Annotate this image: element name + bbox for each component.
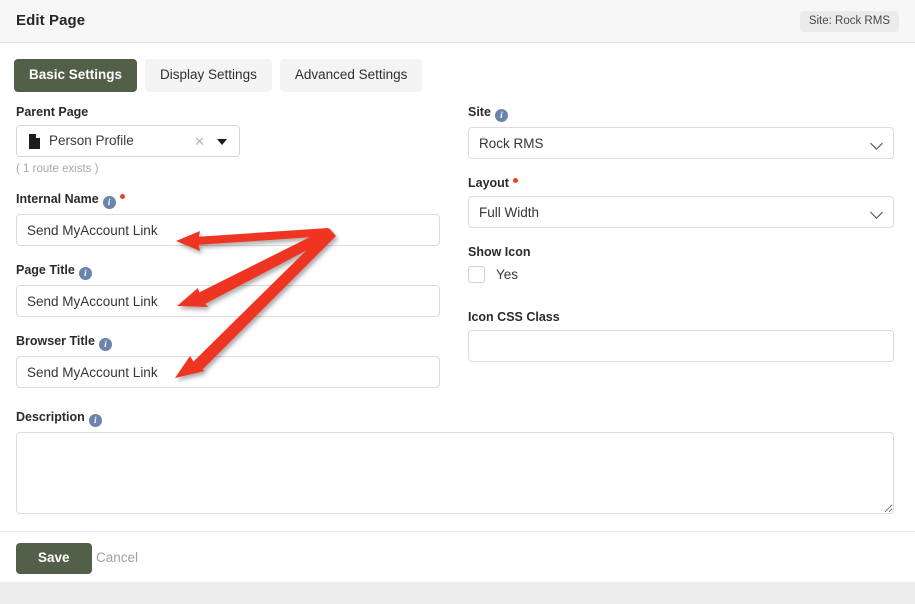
- browser-title-input[interactable]: [16, 356, 440, 389]
- site-select[interactable]: [468, 127, 894, 159]
- settings-tabs: Basic Settings Display Settings Advanced…: [14, 59, 423, 92]
- parent-page-label-text: Parent Page: [16, 105, 89, 119]
- internal-name-label: Internal Name i: [16, 191, 440, 210]
- field-internal-name: Internal Name i: [16, 191, 440, 247]
- page-title-label: Page Title i: [16, 262, 440, 281]
- site-label-text: Site: [468, 105, 491, 119]
- icon-css-class-label: Icon CSS Class: [468, 309, 560, 324]
- tab-basic-settings[interactable]: Basic Settings: [14, 59, 138, 92]
- field-layout: Layout: [468, 175, 894, 229]
- file-icon: [29, 134, 40, 150]
- layout-select[interactable]: [468, 196, 894, 229]
- page-title-label-text: Page Title: [16, 263, 75, 278]
- show-icon-checkbox-row[interactable]: Yes: [468, 265, 894, 283]
- save-button[interactable]: Save: [16, 543, 92, 574]
- show-icon-checkbox[interactable]: [468, 265, 485, 283]
- info-icon[interactable]: i: [494, 109, 508, 122]
- required-indicator: [512, 178, 518, 183]
- info-icon[interactable]: i: [78, 267, 92, 281]
- site-badge: Site: Rock RMS: [799, 11, 899, 32]
- layout-label-text: Layout: [468, 176, 509, 190]
- show-icon-label: Show Icon: [468, 245, 531, 260]
- field-show-icon: Show Icon Yes: [468, 244, 894, 283]
- field-icon-css-class: Icon CSS Class: [468, 309, 894, 362]
- field-parent-page: Parent Page Person Profile ✕ (1 route e…: [16, 104, 440, 175]
- description-label-text: Description: [16, 410, 85, 424]
- site-label: Site i: [468, 104, 894, 122]
- field-description: Description i: [16, 409, 900, 514]
- parent-page-value: Person Profile: [49, 133, 134, 149]
- form-column-right: Sitei Layout: [468, 104, 894, 378]
- info-icon[interactable]: i: [102, 196, 116, 210]
- tab-advanced-settings[interactable]: Advanced Settings: [279, 59, 423, 92]
- page-title-input[interactable]: [16, 285, 440, 318]
- field-browser-title: Browser Title i: [16, 333, 440, 389]
- panel-header: Edit Page Site: Rock RMS: [0, 0, 915, 43]
- field-site: Site i: [468, 104, 894, 159]
- required-indicator: [119, 194, 125, 200]
- close-icon[interactable]: ✕: [194, 134, 205, 150]
- internal-name-label-text: Internal Name: [16, 192, 99, 207]
- field-page-title: Page Title i: [16, 262, 440, 318]
- route-exists-note: ( 1 route exists ): [16, 163, 99, 176]
- edit-page-screen: Edit Page Site: Rock RMS Basic Settings …: [0, 0, 915, 604]
- browser-title-label-text: Browser Title: [16, 334, 95, 349]
- page-title: Edit Page: [16, 12, 86, 29]
- caret-down-icon[interactable]: [217, 139, 227, 146]
- layout-label: Layout: [468, 175, 894, 191]
- parent-page-picker[interactable]: Person Profile ✕: [16, 125, 240, 158]
- tab-display-settings[interactable]: Display Settings: [145, 59, 272, 92]
- cancel-button[interactable]: Cancel: [96, 551, 138, 565]
- info-icon[interactable]: i: [98, 338, 112, 352]
- description-textarea[interactable]: [16, 432, 894, 514]
- form-column-left: Parent Page Person Profile ✕ (1 route e…: [16, 104, 440, 404]
- icon-css-class-input[interactable]: [468, 329, 894, 362]
- internal-name-input[interactable]: [16, 214, 440, 247]
- browser-title-label: Browser Title i: [16, 333, 440, 352]
- edit-page-card: Edit Page Site: Rock RMS Basic Settings …: [0, 0, 915, 582]
- description-label: Description i: [16, 409, 900, 427]
- site-select-wrapper: [468, 127, 894, 159]
- info-icon[interactable]: i: [88, 414, 102, 427]
- layout-select-wrapper: [468, 196, 894, 229]
- form-actions: Save Cancel: [0, 531, 915, 582]
- show-icon-checkbox-label: Yes: [496, 266, 519, 282]
- parent-page-label: Parent Page: [16, 104, 440, 120]
